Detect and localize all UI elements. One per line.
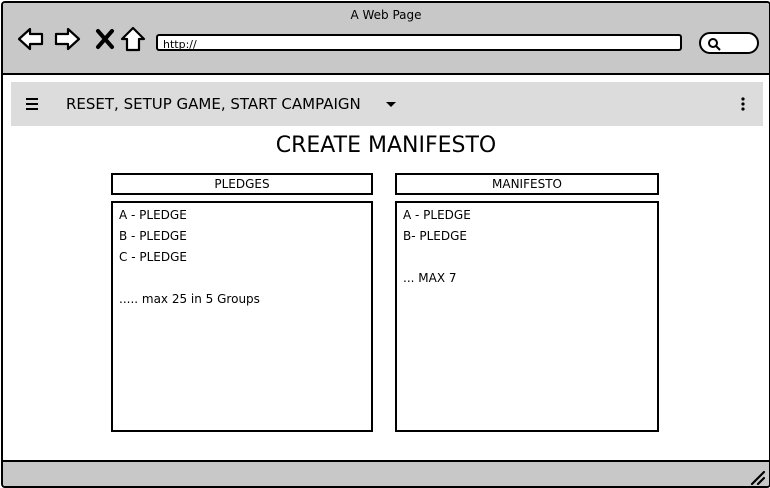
app-menubar: RESET, SETUP GAME, START CAMPAIGN: [11, 82, 763, 126]
list-note: ..... max 25 in 5 Groups: [119, 292, 260, 306]
status-bar: [3, 460, 769, 486]
manifesto-list[interactable]: A - PLEDGE B- PLEDGE ... MAX 7: [395, 201, 659, 432]
list-note: ... MAX 7: [403, 271, 457, 285]
home-icon[interactable]: [119, 25, 147, 53]
list-item[interactable]: C - PLEDGE: [119, 247, 365, 268]
chevron-down-icon[interactable]: [386, 102, 396, 107]
search-icon: [708, 38, 721, 51]
resize-grip-icon[interactable]: [749, 469, 765, 485]
address-bar[interactable]: http://: [156, 34, 682, 51]
back-arrow-icon[interactable]: [17, 25, 45, 53]
list-item[interactable]: B- PLEDGE: [403, 226, 651, 247]
browser-window: A Web Page http:// RESET, SETUP GAME, ST…: [1, 1, 770, 488]
hamburger-menu-icon[interactable]: [25, 97, 39, 111]
pledges-list[interactable]: A - PLEDGE B - PLEDGE C - PLEDGE ..... m…: [111, 201, 373, 432]
list-item[interactable]: A - PLEDGE: [119, 205, 365, 226]
list-item[interactable]: B - PLEDGE: [119, 226, 365, 247]
browser-chrome: A Web Page http://: [3, 3, 769, 75]
menu-dropdown-label[interactable]: RESET, SETUP GAME, START CAMPAIGN: [66, 95, 361, 113]
forward-arrow-icon[interactable]: [53, 25, 81, 53]
manifesto-header: MANIFESTO: [395, 173, 659, 195]
window-title: A Web Page: [350, 8, 422, 22]
list-item[interactable]: A - PLEDGE: [403, 205, 651, 226]
kebab-menu-icon[interactable]: [741, 97, 745, 111]
stop-x-icon[interactable]: [91, 25, 119, 53]
search-box[interactable]: [699, 32, 759, 54]
pledges-header: PLEDGES: [111, 173, 373, 195]
page-title: CREATE MANIFESTO: [275, 133, 497, 158]
